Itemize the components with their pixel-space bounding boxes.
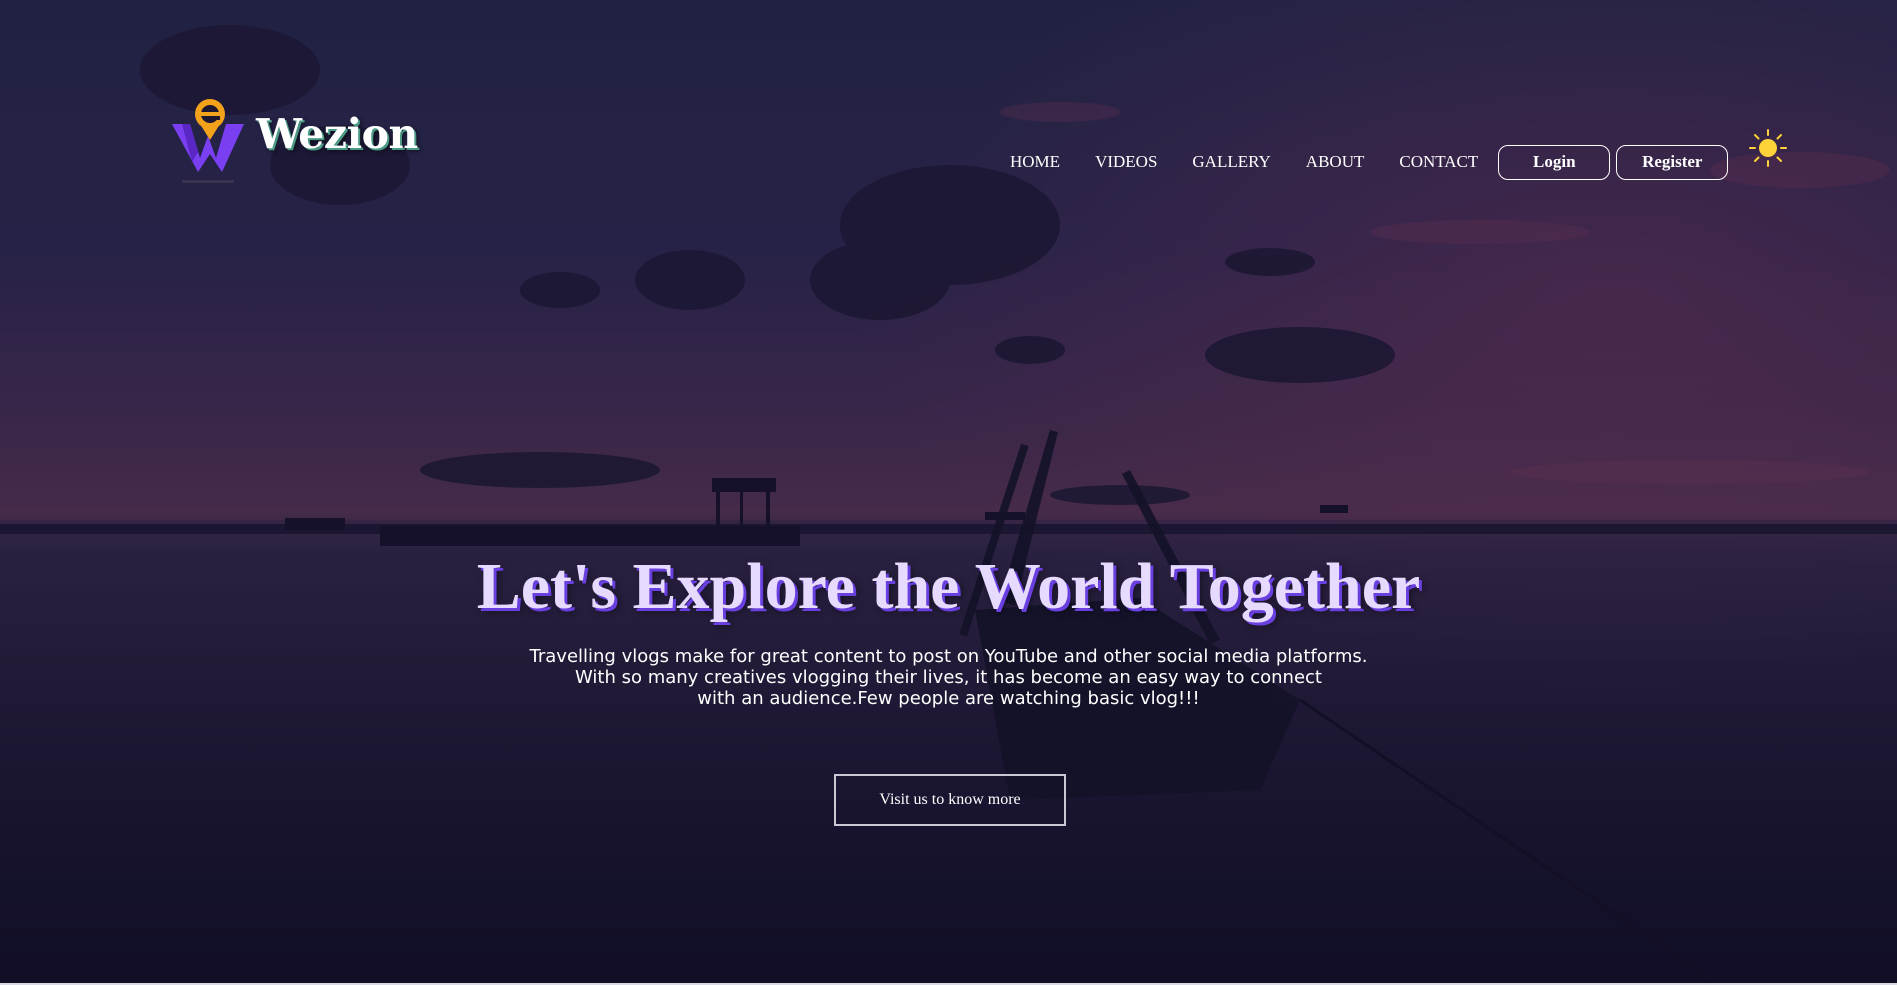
hero-description: Travelling vlogs make for great content … [499, 646, 1399, 709]
hero-section: Let's Explore the World Together Travell… [0, 548, 1897, 709]
hero-description-line: with an audience.Few people are watching… [697, 688, 1200, 709]
landing-page: Wezion HOME VIDEOS GALLERY ABOUT CONTACT… [0, 0, 1897, 985]
nav-gallery[interactable]: GALLERY [1192, 144, 1270, 180]
hero-description-line: Travelling vlogs make for great content … [529, 646, 1368, 667]
visit-more-button[interactable]: Visit us to know more [834, 774, 1066, 826]
nav-about[interactable]: ABOUT [1306, 144, 1365, 180]
brand-name: Wezion [256, 110, 418, 158]
register-button[interactable]: Register [1616, 144, 1729, 180]
brand[interactable]: Wezion [170, 96, 418, 188]
nav-contact[interactable]: CONTACT [1399, 144, 1478, 180]
logo-icon [172, 99, 244, 183]
hero-description-line: With so many creatives vlogging their li… [575, 667, 1322, 688]
nav-home[interactable]: HOME [1010, 144, 1060, 180]
hero-title: Let's Explore the World Together [476, 550, 1421, 623]
login-button[interactable]: Login [1498, 144, 1611, 180]
main-nav: HOME VIDEOS GALLERY ABOUT CONTACT Login … [1010, 144, 1729, 180]
nav-videos[interactable]: VIDEOS [1095, 144, 1157, 180]
sun-icon[interactable] [1748, 128, 1788, 168]
